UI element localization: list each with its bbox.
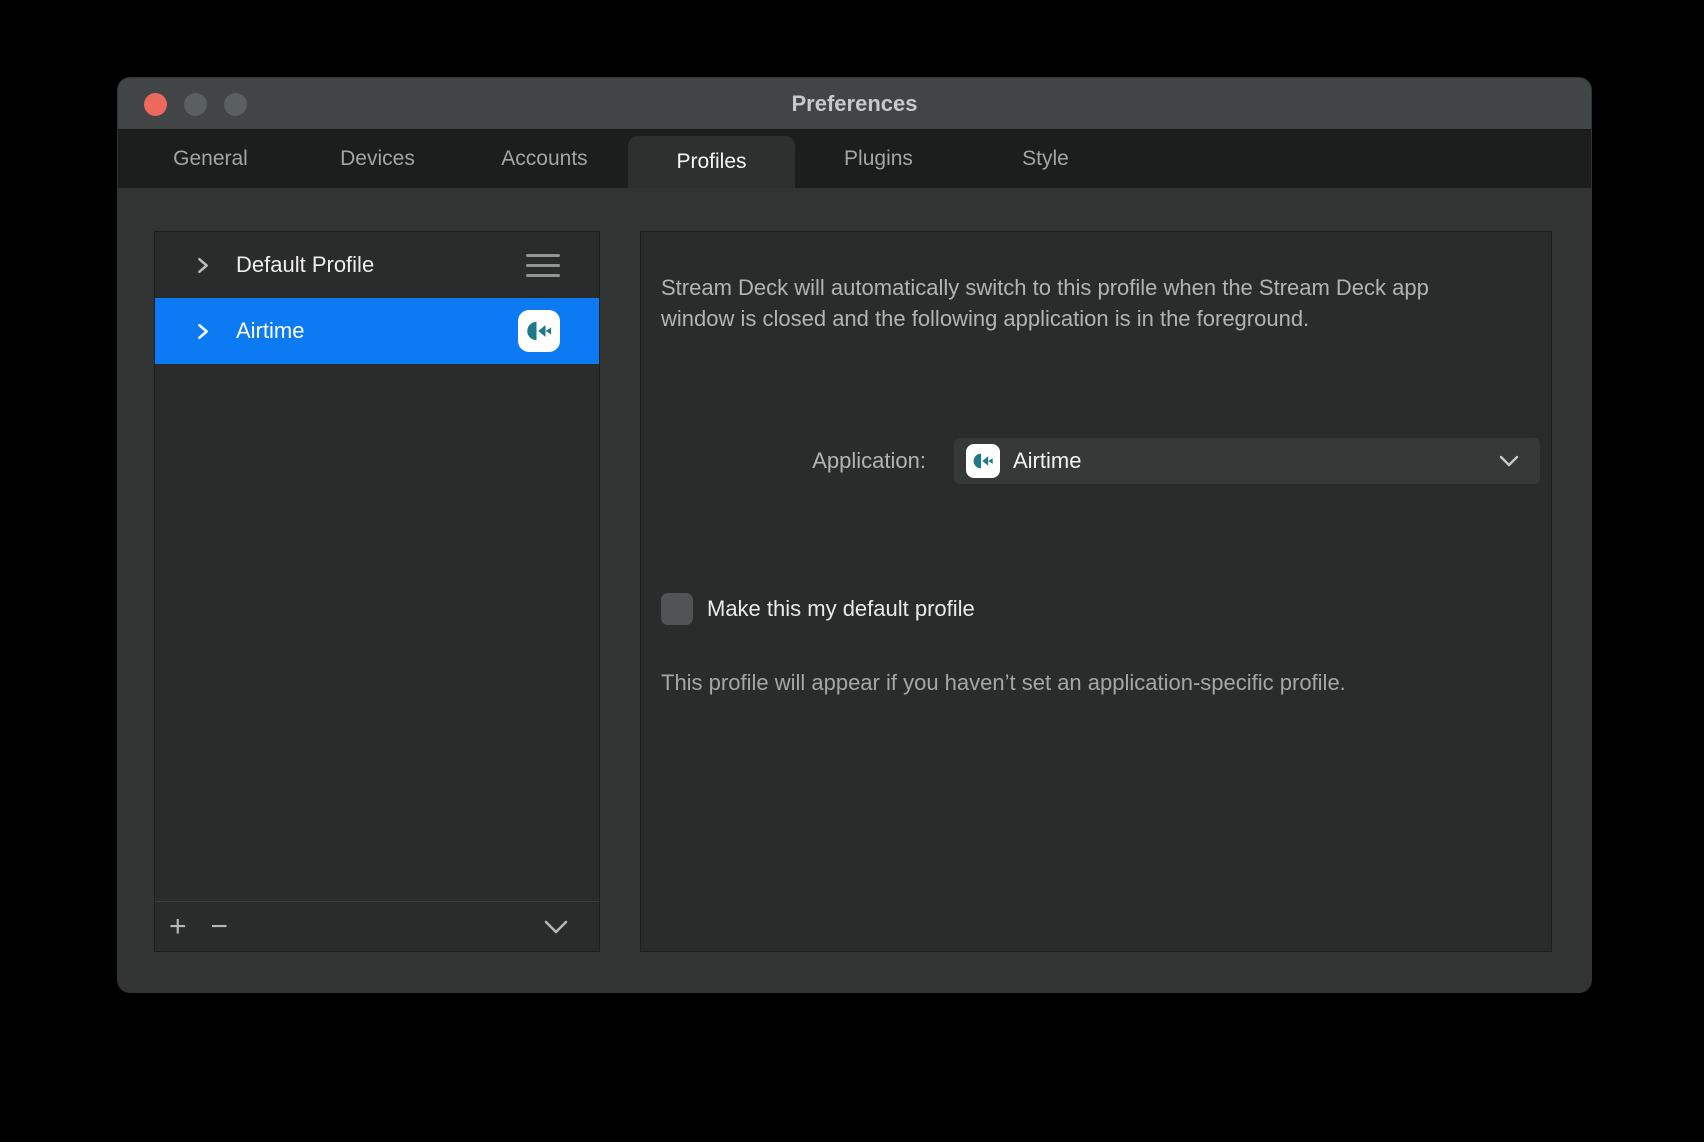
dropdown-chevron-icon [1498, 454, 1520, 468]
tab-devices[interactable]: Devices [294, 130, 461, 188]
application-dropdown[interactable]: Airtime [954, 438, 1540, 484]
tab-plugins[interactable]: Plugins [795, 130, 962, 188]
add-profile-button[interactable]: + [169, 912, 187, 942]
profile-row-airtime[interactable]: Airtime [155, 298, 599, 364]
window-title: Preferences [118, 78, 1591, 130]
tab-profiles[interactable]: Profiles [628, 136, 795, 188]
chevron-down-icon[interactable] [543, 919, 569, 935]
auto-switch-description: Stream Deck will automatically switch to… [661, 272, 1436, 334]
application-dropdown-value: Airtime [1013, 448, 1081, 474]
reorder-handle-icon[interactable] [526, 254, 560, 277]
profiles-pane: Default Profile Airtime [118, 188, 1591, 992]
airtime-app-icon [966, 444, 1000, 478]
remove-profile-button[interactable]: − [211, 912, 229, 942]
profile-detail-panel: Stream Deck will automatically switch to… [640, 231, 1552, 952]
profile-list: Default Profile Airtime [154, 231, 600, 952]
tab-bar: General Devices Accounts Profiles Plugin… [118, 130, 1591, 188]
disclosure-chevron-icon[interactable] [193, 256, 212, 275]
profile-row-default[interactable]: Default Profile [155, 232, 599, 298]
title-bar: Preferences [118, 78, 1591, 130]
default-profile-option: Make this my default profile [661, 593, 975, 625]
tab-accounts[interactable]: Accounts [461, 130, 628, 188]
default-profile-checkbox-label: Make this my default profile [707, 596, 975, 622]
profile-label: Airtime [236, 318, 304, 344]
tab-style[interactable]: Style [962, 130, 1129, 188]
preferences-window: Preferences General Devices Accounts Pro… [118, 78, 1591, 992]
tab-general[interactable]: General [127, 130, 294, 188]
default-profile-note: This profile will appear if you haven’t … [661, 670, 1511, 696]
default-profile-checkbox[interactable] [661, 593, 693, 625]
application-label: Application: [641, 438, 926, 484]
profile-list-footer: + − [155, 901, 599, 951]
airtime-app-icon [518, 310, 560, 352]
profile-label: Default Profile [236, 252, 374, 278]
disclosure-chevron-icon[interactable] [193, 322, 212, 341]
